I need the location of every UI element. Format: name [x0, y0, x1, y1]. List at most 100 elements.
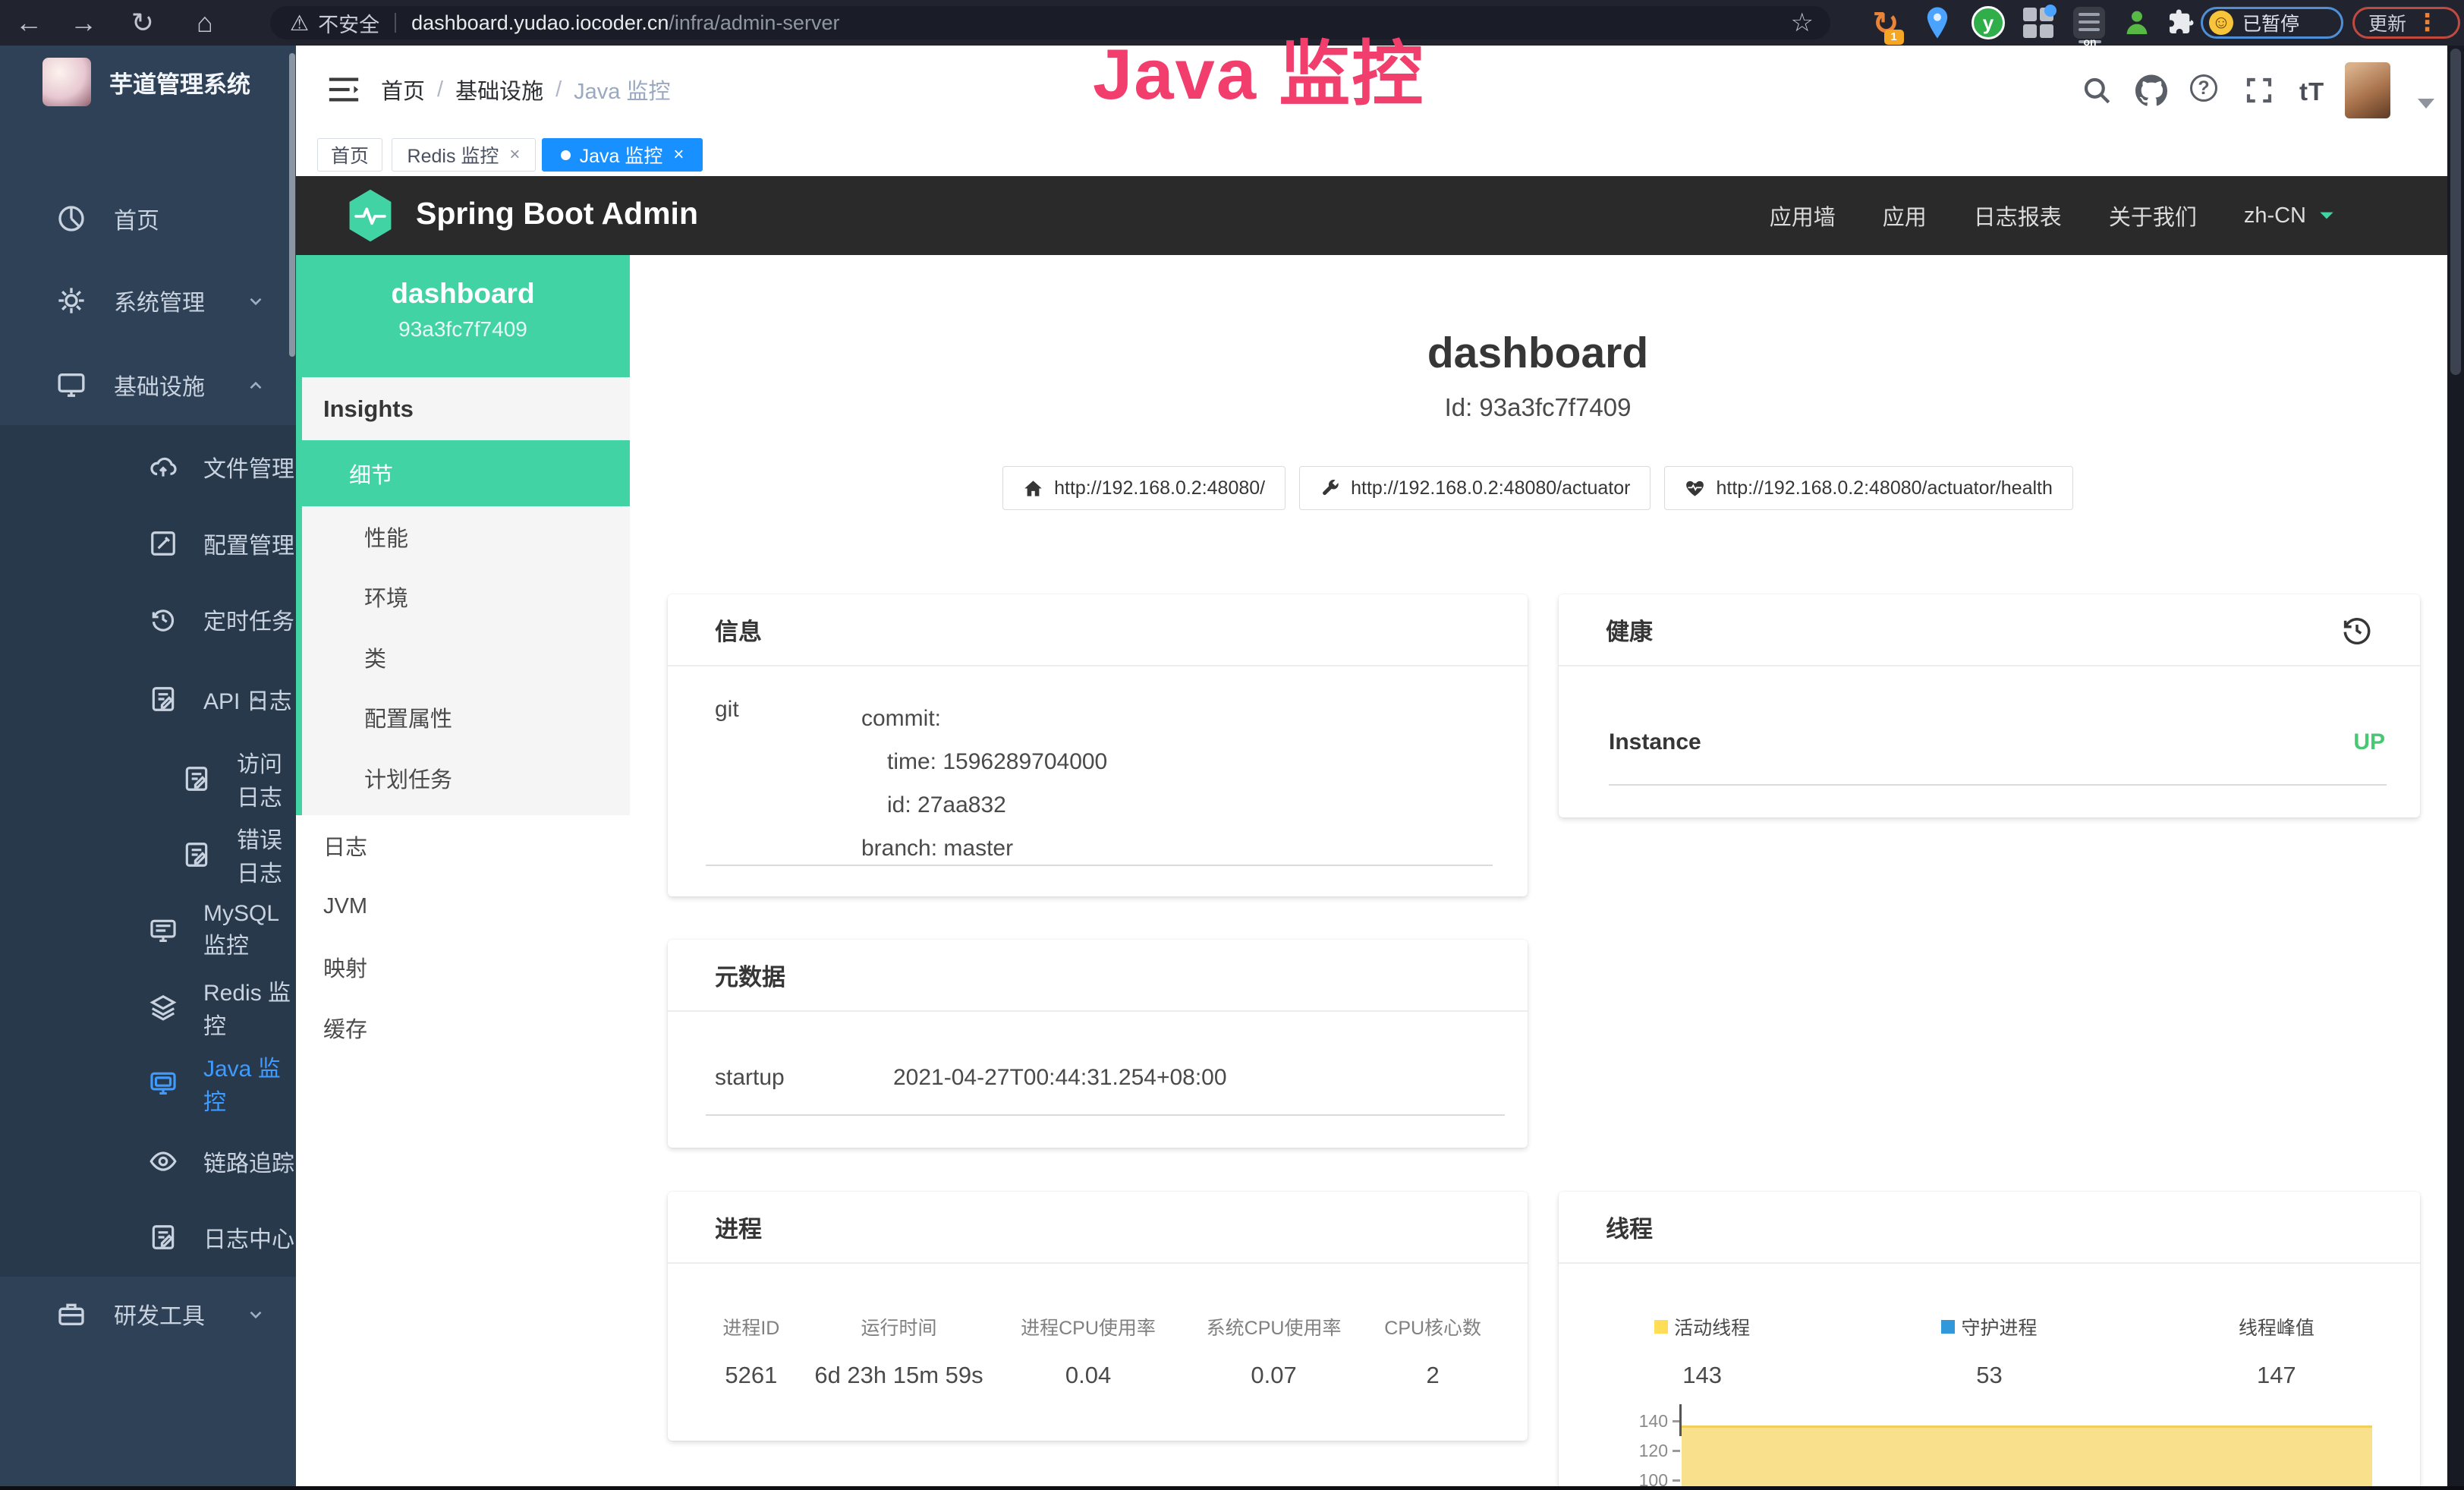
sidebar-item-label: 访问日志 [237, 745, 296, 812]
metadata-startup-value: 2021-04-27T00:44:31.254+08:00 [893, 1065, 1227, 1091]
breadcrumb-infrastructure[interactable]: 基础设施 [455, 74, 543, 106]
sba-nav-wallboard[interactable]: 应用墙 [1770, 200, 1836, 232]
tab-java-monitor[interactable]: Java 监控 × [542, 138, 703, 172]
breadcrumb: 首页 / 基础设施 / Java 监控 [381, 46, 670, 134]
extensions-puzzle-icon[interactable] [2163, 5, 2198, 41]
bookmark-star-icon[interactable]: ☆ [1791, 8, 1814, 38]
card-health: 健康 Instance UP [1559, 594, 2420, 817]
sba-brand-title[interactable]: Spring Boot Admin [416, 196, 698, 232]
sidebar-item-infrastructure[interactable]: 基础设施 [0, 347, 296, 423]
extension-grid-icon[interactable] [2022, 5, 2055, 41]
sidebar-item-access-logs[interactable]: 访问日志 [0, 741, 296, 817]
ytick-120: 120 [1604, 1441, 1668, 1461]
sba-nav-journal[interactable]: 日志报表 [1974, 200, 2062, 232]
extension-pin-icon[interactable] [1921, 5, 1954, 41]
sba-nav-applications[interactable]: 应用 [1883, 200, 1927, 232]
history-icon[interactable] [2341, 614, 2373, 646]
monitor-icon [149, 916, 178, 945]
health-url-chip[interactable]: http://192.168.0.2:48080/actuator/health [1664, 466, 2072, 510]
tab-home[interactable]: 首页 [317, 138, 382, 172]
sidebar-item-tracing[interactable]: 链路追踪 [0, 1123, 296, 1199]
browser-home-button[interactable]: ⌂ [182, 0, 228, 46]
browser-back-button[interactable]: ← [6, 0, 52, 46]
sidebar-item-log-center[interactable]: 日志中心 [0, 1199, 296, 1275]
sba-nav-scheduled-tasks[interactable]: 计划任务 [296, 748, 630, 808]
sidebar-item-dev-tools[interactable]: 研发工具 [0, 1276, 296, 1352]
app-sidebar: 芋道管理系统 首页 系统管理 基础设施 文件管理 配置管理 定时任务 [0, 46, 296, 1490]
sba-nav-about[interactable]: 关于我们 [2109, 200, 2197, 232]
font-size-icon[interactable]: tT [2299, 77, 2324, 106]
card-metadata: 元数据 startup 2021-04-27T00:44:31.254+08:0… [668, 940, 1528, 1148]
grid-blue-dot [2044, 5, 2056, 17]
extension-person-icon[interactable] [2120, 5, 2154, 41]
sba-nav-logs[interactable]: 日志 [296, 815, 630, 876]
browser-update-button[interactable]: 更新 ⋮ [2352, 7, 2460, 39]
extension-on-icon[interactable]: on [2072, 5, 2107, 41]
browser-menu-kebab-icon[interactable]: ⋮ [2415, 9, 2439, 36]
sidebar-item-label: Java 监控 [203, 1050, 296, 1117]
sba-nav-metrics[interactable]: 性能 [296, 506, 630, 566]
security-label[interactable]: 不安全 [318, 8, 379, 38]
sba-nav-caches[interactable]: 缓存 [296, 997, 630, 1058]
instance-id: 93a3fc7f7409 [296, 317, 630, 342]
sba-instance-header[interactable]: dashboard 93a3fc7f7409 [296, 255, 630, 377]
sidebar-item-system[interactable]: 系统管理 [0, 263, 296, 339]
back-icon: ← [15, 7, 42, 39]
sba-nav-config-props[interactable]: 配置属性 [296, 687, 630, 747]
legend-peak-threads: 线程峰值 147 [2133, 1313, 2420, 1389]
sidebar-scrollbar-thumb[interactable] [289, 53, 295, 357]
info-key-git: git [715, 697, 861, 870]
sidebar-item-scheduled-jobs[interactable]: 定时任务 [0, 581, 296, 657]
page-title: dashboard [630, 328, 2446, 378]
sidebar-item-mysql-monitor[interactable]: MySQL 监控 [0, 893, 296, 969]
sidebar-item-home[interactable]: 首页 [0, 181, 296, 257]
service-url-chip[interactable]: http://192.168.0.2:48080/ [1002, 466, 1285, 510]
sidebar-item-file-management[interactable]: 文件管理 [0, 429, 296, 505]
tab-close-icon[interactable]: × [509, 144, 520, 165]
help-icon[interactable]: ? [2190, 74, 2217, 102]
sba-nav-details[interactable]: 细节 [296, 440, 630, 506]
active-tab-dot [561, 150, 571, 160]
briefcase-icon [56, 1299, 87, 1329]
sba-nav-environment[interactable]: 环境 [296, 566, 630, 626]
extension-refresh-icon[interactable]: ↻ 1 [1868, 5, 1904, 41]
page-scrollbar[interactable] [2447, 46, 2464, 1490]
card-info: 信息 git commit: time: 1596289704000 id: 2… [668, 594, 1528, 896]
sidebar-item-redis-monitor[interactable]: Redis 监控 [0, 969, 296, 1045]
sidebar-item-api-logs[interactable]: API 日志 [0, 661, 296, 737]
app-logo-row[interactable]: 芋道管理系统 [42, 58, 250, 106]
page-scrollbar-thumb[interactable] [2450, 49, 2461, 375]
actuator-url-chip[interactable]: http://192.168.0.2:48080/actuator [1299, 466, 1651, 510]
profile-paused-pill[interactable]: ☺ 已暂停 [2201, 7, 2343, 39]
card-threads: 线程 活动线程 143 守护进程 53 线程峰值 147 140 120 100 [1559, 1192, 2420, 1490]
address-bar[interactable]: ⚠ 不安全 dashboard.yudao.iocoder.cn /infra/… [270, 6, 1830, 39]
browser-reload-button[interactable]: ↻ [120, 0, 165, 46]
tab-close-icon[interactable]: × [673, 144, 684, 165]
sba-logo-icon[interactable] [346, 188, 395, 243]
fullscreen-icon[interactable] [2243, 74, 2275, 106]
sba-locale-select[interactable]: zh-CN [2244, 203, 2337, 228]
breadcrumb-separator: / [437, 77, 443, 102]
extension-y-icon[interactable]: y [1970, 5, 2006, 41]
url-path: /infra/admin-server [669, 11, 839, 35]
heart-pulse-icon [1685, 478, 1705, 499]
search-icon[interactable] [2081, 74, 2113, 106]
sba-nav-mappings[interactable]: 映射 [296, 937, 630, 997]
process-col-pid: 进程ID 5261 [698, 1313, 804, 1389]
breadcrumb-home[interactable]: 首页 [381, 74, 425, 106]
sba-nav-classes[interactable]: 类 [296, 627, 630, 687]
sba-nav-jvm[interactable]: JVM [296, 876, 630, 937]
user-avatar[interactable] [2345, 62, 2390, 118]
tab-redis-monitor[interactable]: Redis 监控 × [392, 138, 536, 172]
update-label: 更新 [2368, 9, 2406, 36]
browser-forward-button[interactable]: → [61, 0, 106, 46]
sidebar-item-config-management[interactable]: 配置管理 [0, 506, 296, 581]
avatar-caret-icon[interactable] [2418, 99, 2434, 109]
tab-label: 首页 [331, 141, 369, 169]
sidebar-item-error-logs[interactable]: 错误日志 [0, 817, 296, 893]
hamburger-icon[interactable] [326, 74, 361, 105]
github-icon[interactable] [2135, 74, 2167, 106]
card-title: 信息 [715, 613, 762, 647]
sidebar-item-java-monitor[interactable]: Java 监控 [0, 1045, 296, 1121]
legend-swatch-daemon [1941, 1320, 1955, 1334]
